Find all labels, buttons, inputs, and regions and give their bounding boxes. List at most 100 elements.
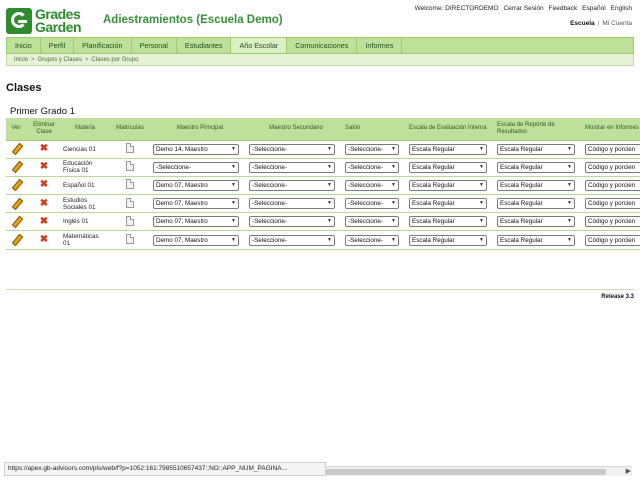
chevron-down-icon: ▼ xyxy=(391,145,396,152)
mostrar-select[interactable]: Código y porcien▼ xyxy=(585,161,640,173)
document-icon[interactable] xyxy=(126,234,134,245)
escala-interna-value: Escala Regular xyxy=(412,181,455,189)
escala-reporte-select[interactable]: Escala Regular ▼ xyxy=(497,143,575,155)
delete-x-icon[interactable]: ✖ xyxy=(40,235,48,245)
delete-x-icon[interactable]: ✖ xyxy=(40,162,48,172)
maestro-principal-select[interactable]: Demo 07, Maestro ▼ xyxy=(153,198,239,210)
maestro-secundario-select[interactable]: -Seleccione- ▼ xyxy=(249,234,335,246)
breadcrumb-inicio[interactable]: Inicio xyxy=(14,57,28,63)
lang-en-link[interactable]: English xyxy=(611,5,632,12)
salon-select[interactable]: -Seleccione- ▼ xyxy=(345,234,399,246)
salon-select[interactable]: -Seleccione- ▼ xyxy=(345,143,399,155)
cell-ver xyxy=(6,140,26,158)
chevron-down-icon: ▼ xyxy=(479,200,484,207)
table-row: ✖ Español 01 Demo 07, Maestro ▼ -Seleccione-… xyxy=(6,176,640,195)
escala-reporte-value: Escala Regular xyxy=(500,163,543,171)
escala-interna-select[interactable]: Escala Regular ▼ xyxy=(409,161,487,173)
scope-escuela-link[interactable]: Escuela xyxy=(570,20,595,27)
nav-personal[interactable]: Personal xyxy=(132,38,177,53)
document-icon[interactable] xyxy=(126,179,134,190)
salon-select[interactable]: -Seleccione- ▼ xyxy=(345,179,399,191)
document-icon[interactable] xyxy=(126,197,134,208)
maestro-secundario-select[interactable]: -Seleccione- ▼ xyxy=(249,143,335,155)
pencil-icon[interactable] xyxy=(11,179,21,189)
maestro-secundario-select[interactable]: -Seleccione- ▼ xyxy=(249,216,335,228)
delete-x-icon[interactable]: ✖ xyxy=(40,216,48,227)
maestro-secundario-select[interactable]: -Seleccione- ▼ xyxy=(249,198,335,210)
cell-mostrar: Código y porcien▼ xyxy=(584,195,640,213)
salon-select[interactable]: -Seleccione- ▼ xyxy=(345,216,399,228)
nav-ano-escolar[interactable]: Año Escolar xyxy=(231,38,288,53)
maestro-principal-select[interactable]: Demo 14, Maestro ▼ xyxy=(153,143,239,155)
feedback-link[interactable]: Feedback xyxy=(549,5,578,12)
cell-materia: Inglés 01 xyxy=(63,218,89,226)
nav-informes[interactable]: Informes xyxy=(357,38,403,53)
escala-reporte-select[interactable]: Escala Regular ▼ xyxy=(497,198,575,210)
document-icon[interactable] xyxy=(126,143,134,154)
delete-x-icon[interactable]: ✖ xyxy=(40,180,48,190)
chevron-down-icon: ▼ xyxy=(391,200,396,207)
escala-interna-select[interactable]: Escala Regular ▼ xyxy=(409,216,487,228)
grades-garden-logo[interactable]: Grades Garden xyxy=(6,5,96,36)
maestro-secundario-select[interactable]: -Seleccione- ▼ xyxy=(249,179,335,191)
escala-interna-value: Escala Regular xyxy=(412,145,455,153)
pencil-icon[interactable] xyxy=(11,234,21,244)
cell-maestro-secundario: -Seleccione- ▼ xyxy=(248,195,344,213)
escala-interna-select[interactable]: Escala Regular ▼ xyxy=(409,179,487,191)
mostrar-select[interactable]: Código y porcien▼ xyxy=(585,179,640,191)
cell-escala-reporte: Escala Regular ▼ xyxy=(496,195,584,213)
cell-escala-reporte: Escala Regular ▼ xyxy=(496,213,584,231)
pencil-icon[interactable] xyxy=(11,198,21,208)
scrollbar-thumb[interactable] xyxy=(326,469,606,475)
maestro-principal-select[interactable]: -Seleccione- ▼ xyxy=(153,161,239,173)
scroll-right-arrow-icon[interactable]: ▶ xyxy=(626,467,631,477)
mostrar-select[interactable]: Código y porcien▼ xyxy=(585,216,640,228)
escala-interna-select[interactable]: Escala Regular ▼ xyxy=(409,143,487,155)
escala-reporte-select[interactable]: Escala Regular ▼ xyxy=(497,179,575,191)
status-bar-url: https://apex.gb-advisors.com/pls/web/f?p… xyxy=(4,462,326,476)
cell-maestro-secundario: -Seleccione- ▼ xyxy=(248,231,344,249)
mostrar-select[interactable]: Código y porcien▼ xyxy=(585,234,640,246)
mostrar-select[interactable]: Código y porcien▼ xyxy=(585,143,640,155)
scope-mi-cuenta-link[interactable]: Mi Cuenta xyxy=(602,20,632,27)
horizontal-scrollbar[interactable]: ▶ xyxy=(326,466,632,476)
maestro-principal-select[interactable]: Demo 07, Maestro ▼ xyxy=(153,179,239,191)
maestro-secundario-value: -Seleccione- xyxy=(252,200,287,208)
nav-planificacion[interactable]: Planificación xyxy=(74,38,132,53)
chevron-down-icon: ▼ xyxy=(231,218,236,225)
pencil-icon[interactable] xyxy=(11,143,21,153)
salon-select[interactable]: -Seleccione- ▼ xyxy=(345,161,399,173)
maestro-secundario-value: -Seleccione- xyxy=(252,181,287,189)
pencil-icon[interactable] xyxy=(11,161,21,171)
escala-reporte-select[interactable]: Escala Regular ▼ xyxy=(497,161,575,173)
lang-es-link[interactable]: Español xyxy=(582,5,606,12)
document-icon[interactable] xyxy=(126,215,134,226)
escala-reporte-select[interactable]: Escala Regular ▼ xyxy=(497,216,575,228)
cell-mostrar: Código y porcien▼ xyxy=(584,213,640,231)
logout-link[interactable]: Cerrar Sesión xyxy=(504,5,544,12)
maestro-principal-select[interactable]: Demo 07, Maestro ▼ xyxy=(153,216,239,228)
nav-inicio[interactable]: Inicio xyxy=(7,38,41,53)
escala-reporte-select[interactable]: Escala Regular ▼ xyxy=(497,234,575,246)
document-icon[interactable] xyxy=(126,161,134,172)
breadcrumb-grupos[interactable]: Grupos y Clases xyxy=(38,57,82,63)
escala-interna-select[interactable]: Escala Regular ▼ xyxy=(409,198,487,210)
nav-comunicaciones[interactable]: Comunicaciones xyxy=(287,38,358,53)
escala-interna-select[interactable]: Escala Regular ▼ xyxy=(409,234,487,246)
cell-salon: -Seleccione- ▼ xyxy=(344,140,408,158)
pencil-icon[interactable] xyxy=(11,216,21,226)
delete-x-icon[interactable]: ✖ xyxy=(40,198,48,209)
salon-select[interactable]: -Seleccione- ▼ xyxy=(345,198,399,210)
header-ver: Ver xyxy=(6,118,26,141)
maestro-principal-value: Demo 14, Maestro xyxy=(156,145,208,153)
table-header-row: Ver Eliminar Clase Materia Matrículas Ma… xyxy=(6,118,640,141)
mostrar-select[interactable]: Código y porcien▼ xyxy=(585,198,640,210)
cell-escala-interna: Escala Regular ▼ xyxy=(408,213,496,231)
salon-value: -Seleccione- xyxy=(348,181,383,189)
nav-perfil[interactable]: Perfil xyxy=(41,38,75,53)
nav-estudiantes[interactable]: Estudiantes xyxy=(177,38,232,53)
maestro-secundario-select[interactable]: -Seleccione- ▼ xyxy=(249,161,335,173)
maestro-principal-select[interactable]: Demo 07, Maestro ▼ xyxy=(153,234,239,246)
delete-x-icon[interactable]: ✖ xyxy=(40,144,48,154)
cell-ver xyxy=(6,231,26,249)
